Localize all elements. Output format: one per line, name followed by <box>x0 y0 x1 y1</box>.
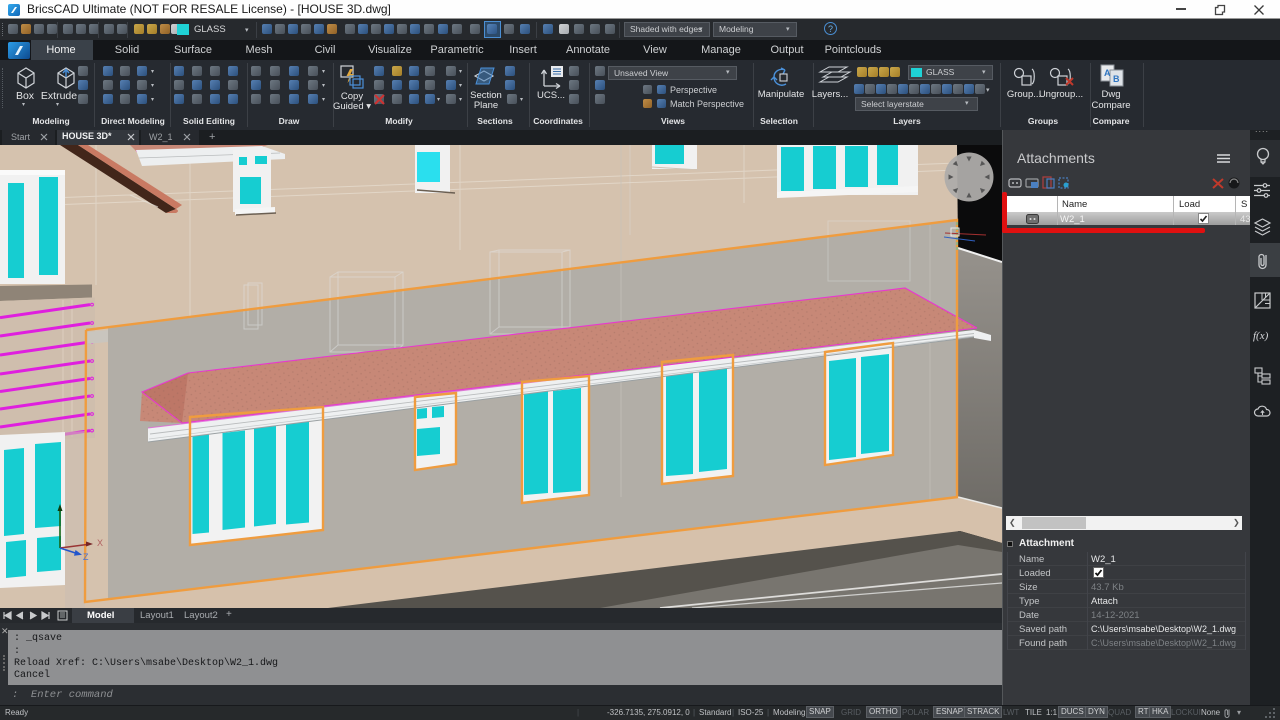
svg-text:X: X <box>97 538 103 548</box>
svg-text:Z: Z <box>83 552 89 562</box>
svg-text:A: A <box>1104 68 1111 78</box>
svg-text:B: B <box>1113 74 1120 84</box>
